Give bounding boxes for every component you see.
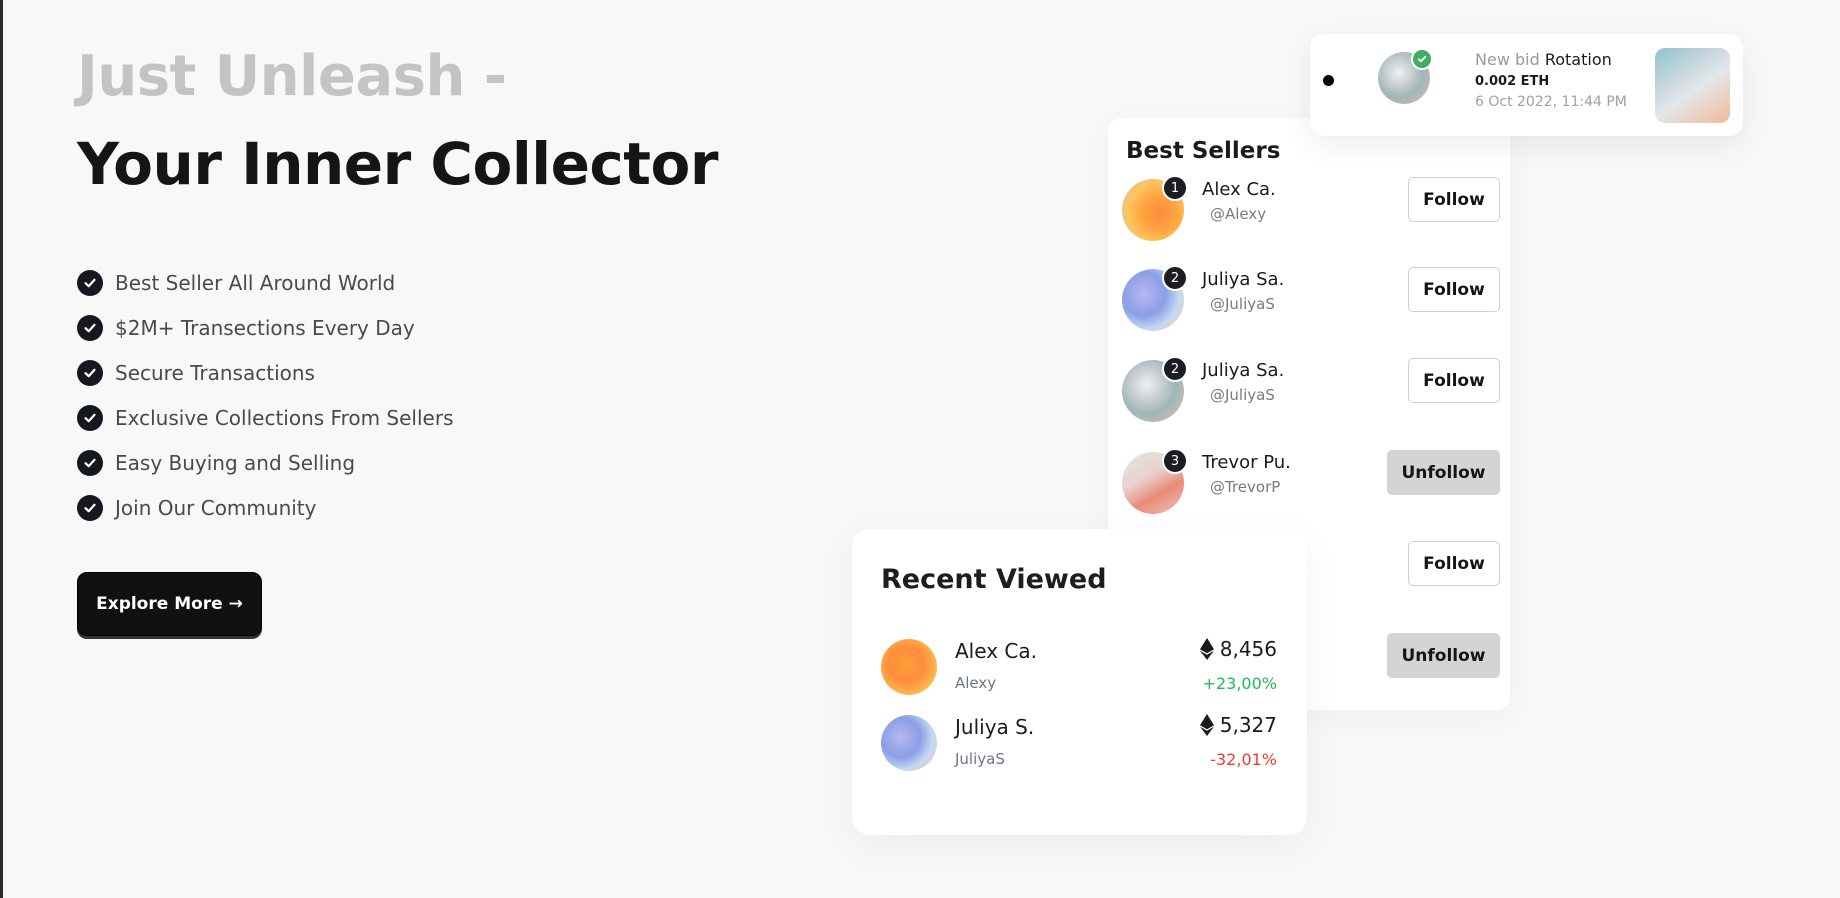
notification-amount: 0.002 ETH [1475, 74, 1550, 89]
recent-item[interactable]: Alex Ca. Alexy 8,456 +23,00% [881, 637, 1277, 699]
feature-label: Secure Transactions [115, 360, 315, 385]
recent-item-handle: Alexy [955, 674, 997, 692]
rank-badge: 2 [1162, 265, 1188, 291]
recent-item-price: 5,327 [1199, 713, 1277, 737]
price-change: +23,00% [1202, 674, 1277, 693]
recent-viewed-title: Recent Viewed [881, 564, 1107, 595]
seller-row: 3 Trevor Pu. @TrevorP Unfollow [1122, 448, 1500, 522]
seller-name[interactable]: Alex Ca. [1202, 179, 1276, 200]
hero-section: Just Unleash - Your Inner Collector [77, 40, 718, 204]
feature-item: $2M+ Transections Every Day [77, 305, 454, 350]
check-icon [77, 494, 103, 521]
recent-item-handle: JuliyaS [955, 750, 1005, 768]
seller-handle: @Alexy [1210, 205, 1267, 223]
price-value: 5,327 [1219, 713, 1277, 737]
feature-item: Easy Buying and Selling [77, 440, 454, 485]
feature-list: Best Seller All Around World $2M+ Transe… [77, 260, 454, 530]
seller-handle: @TrevorP [1210, 478, 1281, 496]
follow-button[interactable]: Follow [1408, 541, 1500, 586]
notification-prefix: New bid [1475, 50, 1540, 69]
recent-item[interactable]: Juliya S. JuliyaS 5,327 -32,01% [881, 713, 1277, 775]
left-edge-bar [0, 0, 3, 898]
recent-item-price: 8,456 [1199, 637, 1277, 661]
ethereum-icon [1199, 638, 1214, 660]
follow-button[interactable]: Follow [1408, 267, 1500, 312]
feature-label: Easy Buying and Selling [115, 450, 356, 475]
seller-name[interactable]: Juliya Sa. [1202, 360, 1284, 381]
feature-item: Join Our Community [77, 485, 454, 530]
recent-item-name: Alex Ca. [955, 639, 1037, 663]
notification-date: 6 Oct 2022, 11:44 PM [1475, 94, 1627, 110]
follow-button[interactable]: Follow [1408, 177, 1500, 222]
nft-thumbnail [1655, 48, 1730, 123]
feature-item: Best Seller All Around World [77, 260, 454, 305]
feature-item: Secure Transactions [77, 350, 454, 395]
notification-item: Rotation [1544, 50, 1612, 69]
check-icon [77, 314, 103, 341]
unfollow-button[interactable]: Unfollow [1387, 450, 1500, 495]
seller-row: 2 Juliya Sa. @JuliyaS Follow [1122, 356, 1500, 430]
feature-label: $2M+ Transections Every Day [115, 315, 415, 340]
best-sellers-title: Best Sellers [1126, 138, 1281, 164]
seller-name[interactable]: Juliya Sa. [1202, 269, 1284, 290]
new-bid-notification[interactable]: New bid Rotation 0.002 ETH 6 Oct 2022, 1… [1310, 34, 1743, 136]
feature-label: Join Our Community [115, 495, 317, 520]
hero-subtitle: Just Unleash - [77, 44, 507, 109]
feature-label: Exclusive Collections From Sellers [115, 405, 454, 430]
recent-viewed-card: Recent Viewed Alex Ca. Alexy 8,456 +23,0… [852, 529, 1307, 835]
feature-item: Exclusive Collections From Sellers [77, 395, 454, 440]
rank-badge: 1 [1162, 175, 1188, 201]
avatar [881, 715, 937, 771]
check-icon [77, 269, 103, 296]
rank-badge: 2 [1162, 356, 1188, 382]
rank-badge: 3 [1162, 448, 1188, 474]
explore-more-button[interactable]: Explore More → [77, 572, 262, 636]
check-icon [77, 449, 103, 476]
unread-dot-icon [1323, 75, 1334, 86]
recent-item-name: Juliya S. [955, 715, 1035, 739]
hero-title: Your Inner Collector [77, 130, 718, 198]
seller-row: 1 Alex Ca. @Alexy Follow [1122, 175, 1500, 249]
check-icon [77, 359, 103, 386]
price-value: 8,456 [1219, 637, 1277, 661]
ethereum-icon [1199, 714, 1214, 736]
follow-button[interactable]: Follow [1408, 358, 1500, 403]
check-icon [77, 404, 103, 431]
feature-label: Best Seller All Around World [115, 270, 396, 295]
seller-name[interactable]: Trevor Pu. [1202, 452, 1291, 473]
price-change: -32,01% [1210, 750, 1277, 769]
avatar [881, 639, 937, 695]
unfollow-button[interactable]: Unfollow [1387, 633, 1500, 678]
notification-title: New bid Rotation [1475, 50, 1612, 69]
seller-handle: @JuliyaS [1210, 386, 1275, 404]
verified-check-icon [1411, 48, 1433, 70]
seller-handle: @JuliyaS [1210, 295, 1275, 313]
seller-row: 2 Juliya Sa. @JuliyaS Follow [1122, 265, 1500, 339]
